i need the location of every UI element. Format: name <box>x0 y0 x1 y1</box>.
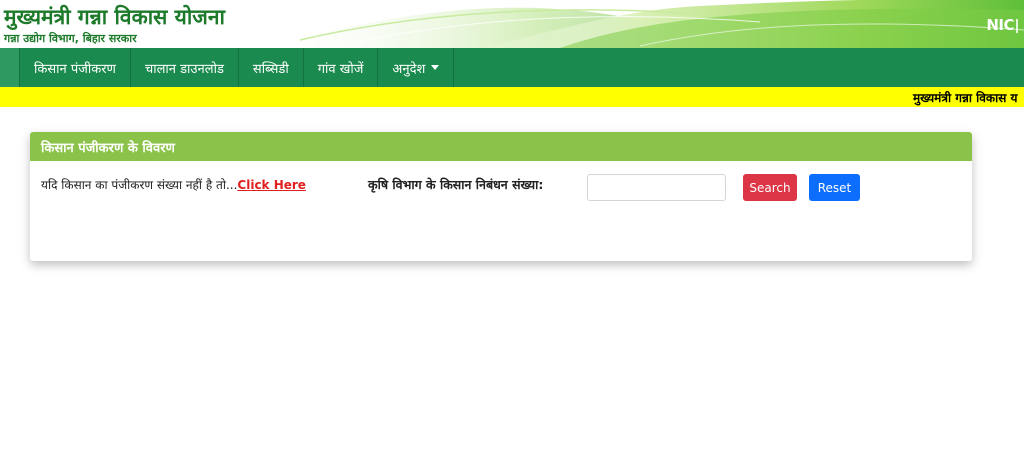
site-subtitle: गन्ना उद्योग विभाग, बिहार सरकार <box>4 32 137 45</box>
nav-item-subsidy[interactable]: सब्सिडी <box>239 48 304 87</box>
nav-item-instructions-dropdown[interactable]: अनुदेश <box>378 48 455 87</box>
registration-number-input[interactable] <box>587 174 726 201</box>
nic-logo-mark <box>1016 18 1024 33</box>
click-here-link[interactable]: Click Here <box>237 178 306 192</box>
no-registration-text: यदि किसान का पंजीकरण संख्या नहीं है तो..… <box>41 176 306 193</box>
nav-item-farmer-registration[interactable]: किसान पंजीकरण <box>20 48 131 87</box>
nic-logo-text: NIC <box>986 16 1014 34</box>
nav-item-challan-download[interactable]: चालान डाउनलोड <box>131 48 239 87</box>
nav-item-label: किसान पंजीकरण <box>34 61 116 77</box>
registration-number-label: कृषि विभाग के किसान निबंधन संख्या: <box>368 177 544 192</box>
marquee-text: मुख्यमंत्री गन्ना विकास य <box>913 91 1018 105</box>
announcement-marquee: मुख्यमंत्री गन्ना विकास य <box>0 87 1024 107</box>
nav-item-label: अनुदेश <box>392 61 426 77</box>
main-navbar: किसान पंजीकरण चालान डाउनलोड सब्सिडी गांव… <box>0 48 1024 87</box>
nav-item-village-search[interactable]: गांव खोजें <box>304 48 379 87</box>
nav-item-label: चालान डाउनलोड <box>144 61 224 77</box>
site-header: मुख्यमंत्री गन्ना विकास योजना गन्ना उद्य… <box>0 0 1024 48</box>
caret-down-icon <box>431 65 440 70</box>
nav-home-stub[interactable] <box>0 48 20 87</box>
nav-item-label: सब्सिडी <box>252 61 289 77</box>
site-title: मुख्यमंत्री गन्ना विकास योजना <box>4 5 225 29</box>
panel-heading: किसान पंजीकरण के विवरण <box>30 132 972 161</box>
no-registration-label: यदि किसान का पंजीकरण संख्या नहीं है तो..… <box>41 178 238 192</box>
registration-details-panel: किसान पंजीकरण के विवरण यदि किसान का पंजी… <box>30 132 972 261</box>
nic-logo: NIC <box>986 16 1024 34</box>
search-button[interactable]: Search <box>743 174 797 201</box>
nav-item-label: गांव खोजें <box>317 61 364 77</box>
reset-button[interactable]: Reset <box>809 174 860 201</box>
